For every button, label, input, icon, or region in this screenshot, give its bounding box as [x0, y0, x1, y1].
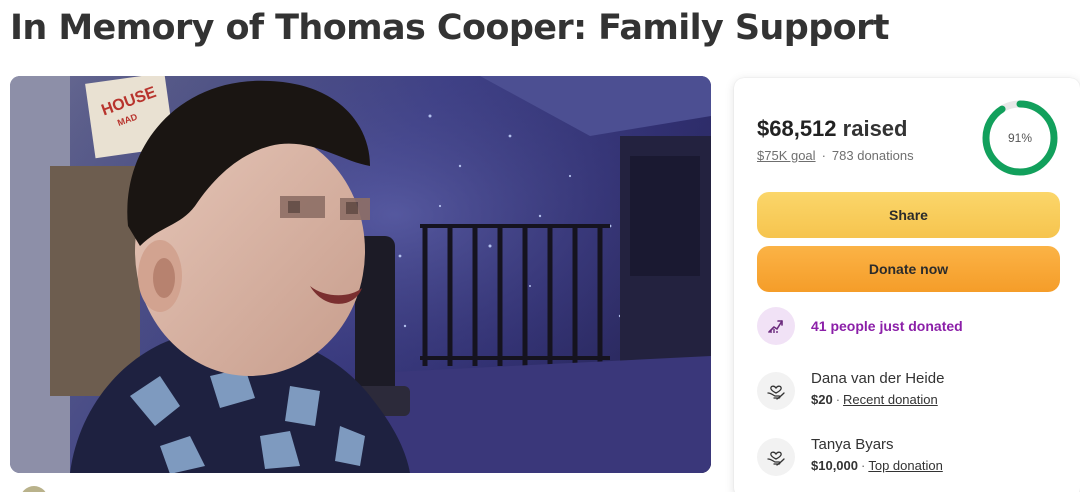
donor-amount: $20	[811, 392, 833, 407]
hero-photo: HOUSE MAD	[10, 76, 711, 473]
amount-raised: $68,512 raised	[757, 116, 907, 142]
trending-up-icon	[757, 307, 795, 345]
recent-activity: 41 people just donated	[757, 306, 963, 346]
raised-word: raised	[842, 116, 908, 141]
recent-activity-text: 41 people just donated	[811, 318, 963, 334]
heart-hands-icon	[757, 438, 795, 476]
donor-separator: ·	[835, 392, 841, 407]
meta-separator: ·	[821, 148, 826, 163]
progress-ring: 91%	[980, 98, 1060, 178]
organizer-avatar	[20, 486, 48, 492]
share-button[interactable]: Share	[757, 192, 1060, 238]
goal-link[interactable]: $75K goal	[757, 148, 816, 163]
page-title: In Memory of Thomas Cooper: Family Suppo…	[10, 8, 889, 48]
donor-name: Dana van der Heide	[811, 370, 945, 387]
progress-label: 91%	[1007, 131, 1033, 145]
donor-detail: $10,000 · Top donation	[811, 458, 943, 473]
donation-count: 783 donations	[831, 148, 914, 163]
donate-now-button[interactable]: Donate now	[757, 246, 1060, 292]
donor-amount: $10,000	[811, 458, 858, 473]
donor-detail: $20 · Recent donation	[811, 392, 938, 407]
goal-meta: $75K goal · 783 donations	[757, 148, 914, 163]
donation-tag-link[interactable]: Recent donation	[843, 392, 938, 407]
raised-amount: $68,512	[757, 116, 837, 141]
donation-card: $68,512 raised $75K goal · 783 donations 9…	[734, 78, 1080, 492]
heart-hands-icon	[757, 372, 795, 410]
donor-name: Tanya Byars	[811, 436, 894, 453]
campaign-hero-image[interactable]: HOUSE MAD	[10, 76, 711, 473]
donation-tag-link[interactable]: Top donation	[868, 458, 942, 473]
donor-separator: ·	[861, 458, 866, 473]
